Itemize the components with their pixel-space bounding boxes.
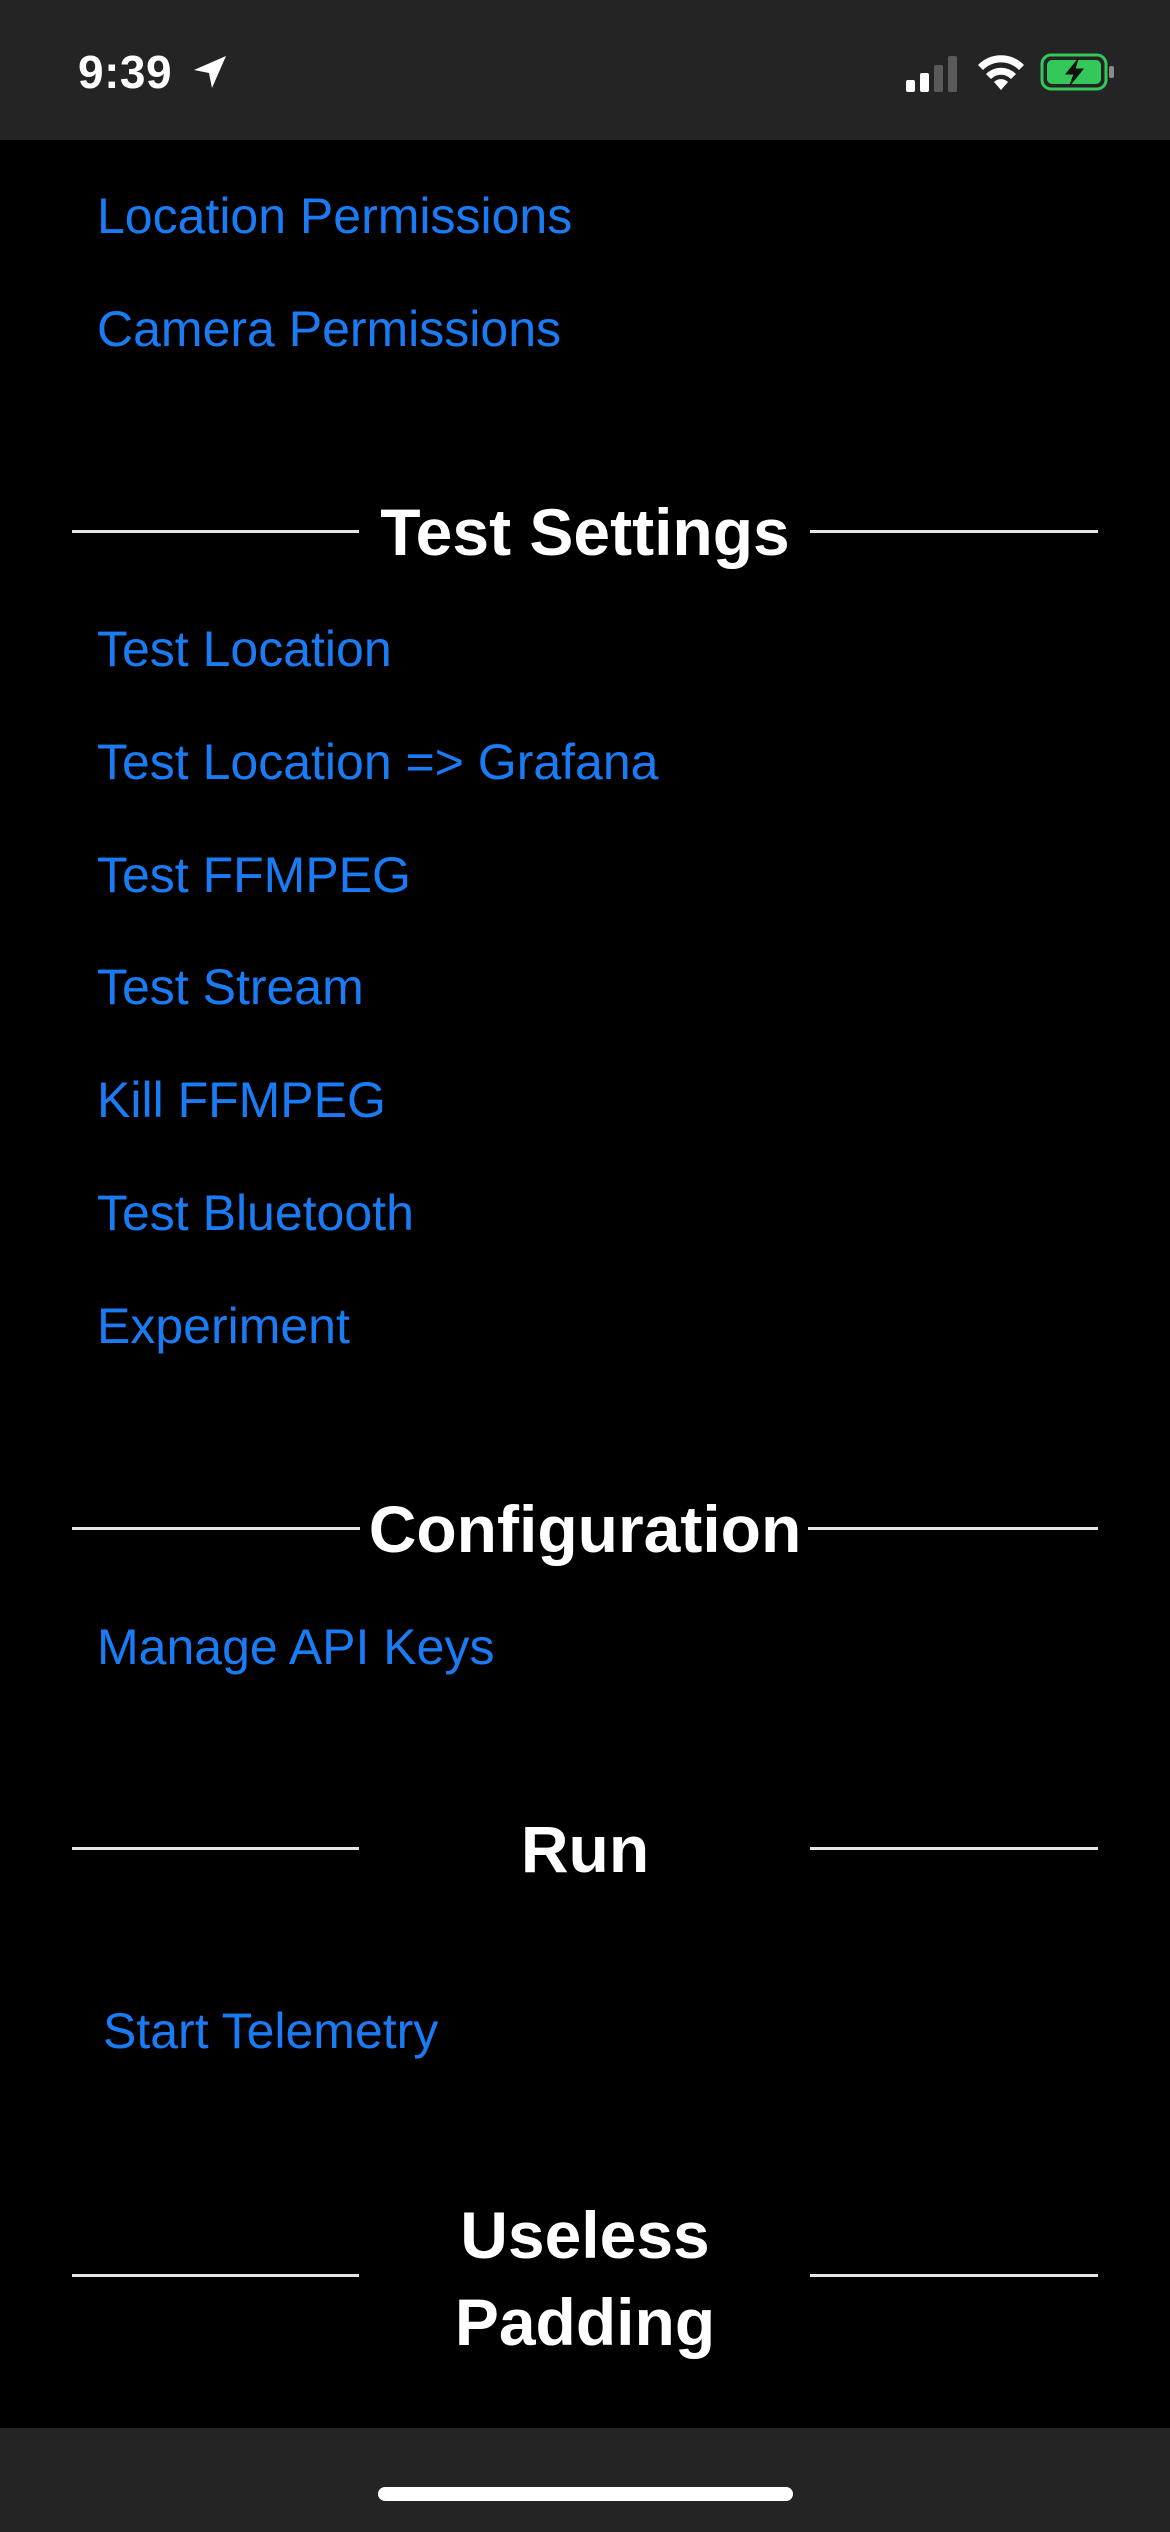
section-title-useless-padding-line1: Useless <box>460 2198 710 2272</box>
bottom-bar <box>0 2428 1170 2532</box>
experiment-button[interactable]: Experiment <box>97 1296 350 1356</box>
manage-api-keys-button[interactable]: Manage API Keys <box>97 1617 494 1677</box>
wifi-icon <box>978 55 1024 90</box>
battery-charging-icon <box>1040 53 1114 91</box>
test-ffmpeg-button[interactable]: Test FFMPEG <box>97 845 411 905</box>
location-permissions-button[interactable]: Location Permissions <box>97 186 572 246</box>
section-title-useless-padding-line2: Padding <box>454 2285 716 2359</box>
location-arrow-icon <box>194 56 226 88</box>
camera-permissions-button[interactable]: Camera Permissions <box>97 299 561 359</box>
test-location-grafana-button[interactable]: Test Location => Grafana <box>97 732 658 792</box>
status-bar: 9:39 <box>0 0 1170 140</box>
cellular-signal-icon <box>906 56 957 92</box>
test-bluetooth-button[interactable]: Test Bluetooth <box>97 1183 414 1243</box>
status-time: 9:39 <box>78 46 173 98</box>
section-title-test-settings: Test Settings <box>380 495 790 569</box>
test-stream-button[interactable]: Test Stream <box>97 957 364 1017</box>
start-telemetry-button[interactable]: Start Telemetry <box>103 2001 438 2061</box>
section-title-run: Run <box>520 1812 650 1886</box>
app-screen: 9:39 Location Permissions Camera Permiss… <box>0 0 1170 2532</box>
home-indicator[interactable] <box>378 2487 793 2501</box>
section-title-configuration: Configuration <box>368 1492 802 1566</box>
test-location-button[interactable]: Test Location <box>97 619 392 679</box>
kill-ffmpeg-button[interactable]: Kill FFMPEG <box>97 1070 386 1130</box>
